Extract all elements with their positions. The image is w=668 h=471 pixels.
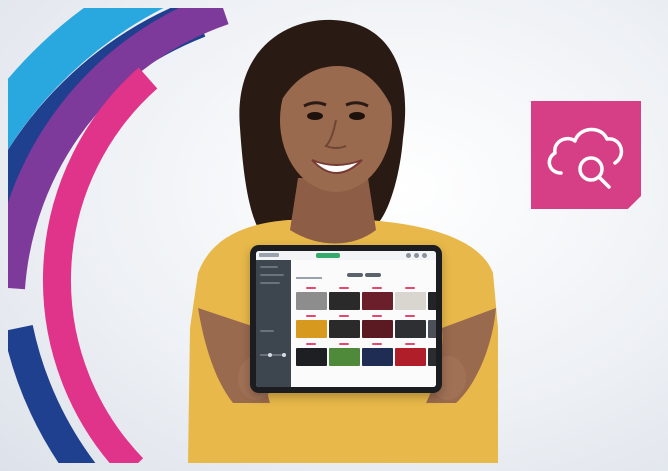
swatch-card [329, 292, 360, 310]
app-user-icon [414, 253, 419, 258]
swatch-card [395, 292, 426, 310]
tablet-screen [256, 251, 436, 387]
swatch-indicator [405, 343, 415, 345]
swatch-card [296, 348, 327, 366]
app-content [291, 260, 436, 387]
eye-left [307, 112, 323, 120]
photo-frame [8, 8, 660, 463]
app-tab [347, 273, 363, 277]
app-logo [259, 253, 279, 257]
swatch-card [395, 320, 426, 338]
tablet [250, 245, 442, 393]
swatch-card [362, 320, 393, 338]
swatch-card [329, 320, 360, 338]
swatch-indicator [306, 343, 316, 345]
app-search-icon [406, 253, 411, 258]
slider-knob [282, 353, 286, 357]
swatch-indicator [405, 287, 415, 289]
swatch-card [362, 348, 393, 366]
eye-right [349, 112, 365, 120]
swatch-indicator [306, 315, 316, 317]
app-heading [296, 277, 322, 279]
slider-knob [268, 353, 272, 357]
sidebar-line [260, 266, 278, 268]
photo-scene [0, 0, 668, 471]
swatch-indicator [372, 315, 382, 317]
swatch-card [395, 348, 426, 366]
swatch-indicator [372, 287, 382, 289]
cloud-search-icon [547, 127, 624, 189]
cloud-search-badge [531, 101, 641, 209]
app-tab [365, 273, 381, 277]
swatch-card [296, 292, 327, 310]
app-sidebar [256, 260, 291, 387]
swatch-indicator [405, 315, 415, 317]
swatch-card [362, 292, 393, 310]
swatch-indicator [339, 315, 349, 317]
sidebar-slider [260, 353, 286, 357]
swatch-card [329, 348, 360, 366]
swatch-indicator [339, 343, 349, 345]
app-tabs [347, 264, 383, 282]
sidebar-line [260, 282, 280, 284]
swatch-card [428, 320, 436, 338]
swatch-card [296, 320, 327, 338]
swatch-indicator [339, 287, 349, 289]
sidebar-line [260, 330, 274, 332]
sidebar-line [260, 274, 284, 276]
swatch-card [428, 348, 436, 366]
swatch-card [428, 292, 436, 310]
swatch-indicator [306, 287, 316, 289]
swatch-indicator [372, 343, 382, 345]
app-status-pill [316, 253, 340, 258]
person [188, 19, 498, 463]
app-menu-icon [422, 253, 427, 258]
